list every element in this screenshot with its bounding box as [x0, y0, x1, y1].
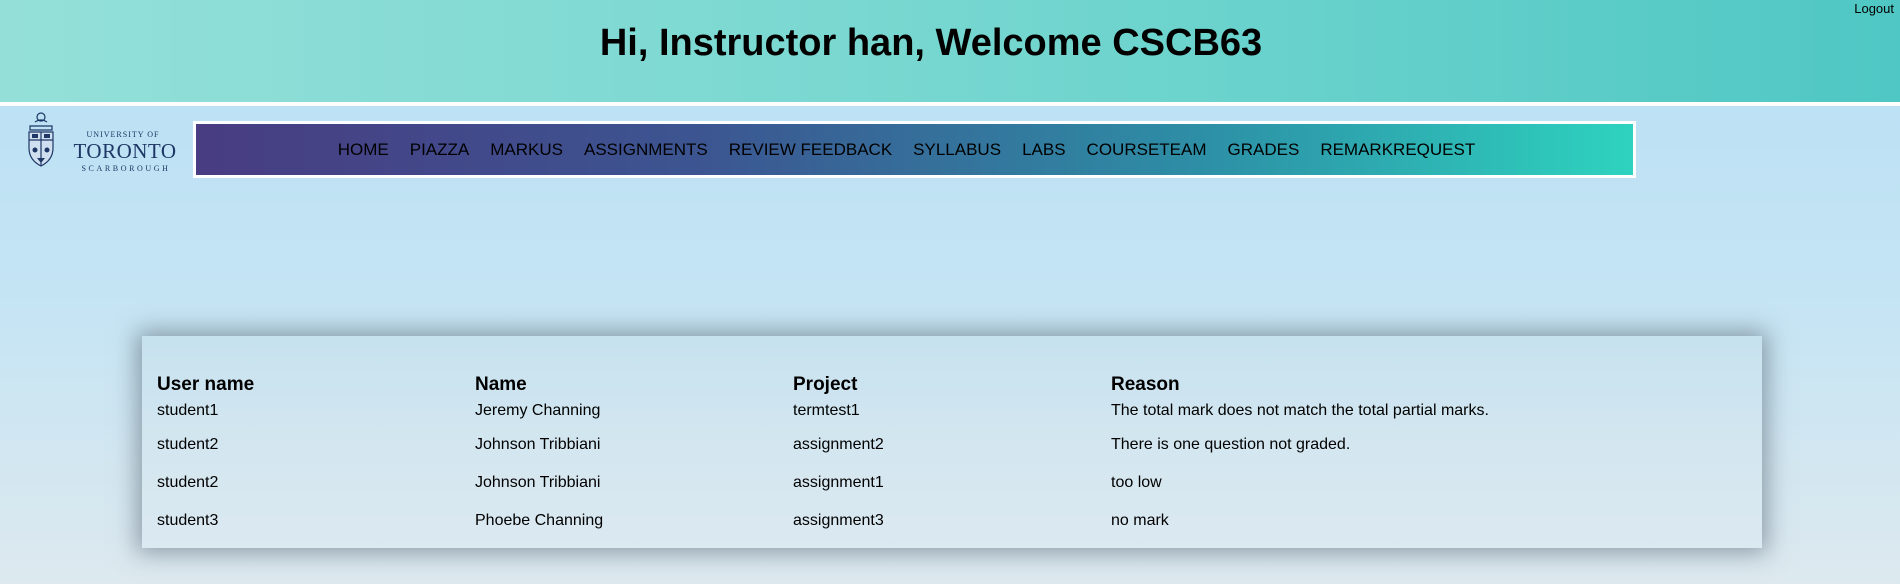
column-header-name: Name: [475, 374, 527, 395]
column-header-user-name: User name: [157, 374, 255, 395]
university-crest-icon: [28, 112, 54, 167]
cell-project: assignment3: [793, 512, 884, 529]
table-row: student2 Johnson Tribbiani assignment1 t…: [157, 464, 1751, 502]
cell-user-name: student2: [157, 436, 219, 453]
cell-name: Jeremy Channing: [475, 402, 601, 419]
cell-reason: The total mark does not match the total …: [1111, 402, 1489, 419]
column-header-project: Project: [793, 374, 858, 395]
cell-project: termtest1: [793, 402, 860, 419]
logout-link[interactable]: Logout: [1854, 1, 1894, 16]
logo-text-scarborough: SCARBOROUGH: [81, 164, 171, 173]
page-header: Hi, Instructor han, Welcome CSCB63: [0, 0, 1900, 106]
nav-item-assignments[interactable]: ASSIGNMENTS: [574, 140, 719, 160]
table-row: student1 Jeremy Channing termtest1 The t…: [157, 396, 1751, 426]
cell-project: assignment2: [793, 436, 884, 453]
cell-reason: too low: [1111, 474, 1162, 491]
nav-item-courseteam[interactable]: COURSETEAM: [1076, 140, 1217, 160]
cell-reason: There is one question not graded.: [1111, 436, 1351, 453]
cell-name: Johnson Tribbiani: [475, 474, 601, 491]
logo-text-toronto: TORONTO: [73, 139, 177, 163]
nav-item-markus[interactable]: MARKUS: [480, 140, 574, 160]
cell-name: Phoebe Channing: [475, 512, 604, 529]
column-header-reason: Reason: [1111, 374, 1180, 395]
page-title: Hi, Instructor han, Welcome CSCB63: [599, 22, 1263, 64]
nav-item-piazza[interactable]: PIAZZA: [399, 140, 480, 160]
logo-text-university-of: UNIVERSITY OF: [86, 130, 160, 139]
cell-user-name: student1: [157, 402, 219, 419]
remark-requests-panel: User name Name Project Reason student1 J…: [142, 336, 1762, 548]
university-logo[interactable]: UNIVERSITY OF TORONTO SCARBOROUGH: [24, 108, 176, 174]
nav-item-labs[interactable]: LABS: [1012, 140, 1076, 160]
cell-name: Johnson Tribbiani: [475, 436, 601, 453]
nav-item-remarkrequest[interactable]: REMARKREQUEST: [1310, 140, 1486, 160]
nav-item-grades[interactable]: GRADES: [1217, 140, 1310, 160]
nav-item-review-feedback[interactable]: REVIEW FEEDBACK: [718, 140, 902, 160]
cell-reason: no mark: [1111, 512, 1169, 529]
table-row: student3 Phoebe Channing assignment3 no …: [157, 502, 1751, 540]
nav-item-home[interactable]: HOME: [327, 140, 399, 160]
cell-user-name: student3: [157, 512, 219, 529]
nav-item-syllabus[interactable]: SYLLABUS: [903, 140, 1012, 160]
remark-requests-table: User name Name Project Reason student1 J…: [157, 368, 1751, 540]
nav-list: HOME PIAZZA MARKUS ASSIGNMENTS REVIEW FE…: [327, 140, 1485, 160]
table-row: student2 Johnson Tribbiani assignment2 T…: [157, 426, 1751, 464]
cell-user-name: student2: [157, 474, 219, 491]
table-header-row: User name Name Project Reason: [157, 368, 1751, 396]
cell-project: assignment1: [793, 474, 884, 491]
main-navigation: HOME PIAZZA MARKUS ASSIGNMENTS REVIEW FE…: [193, 121, 1636, 178]
